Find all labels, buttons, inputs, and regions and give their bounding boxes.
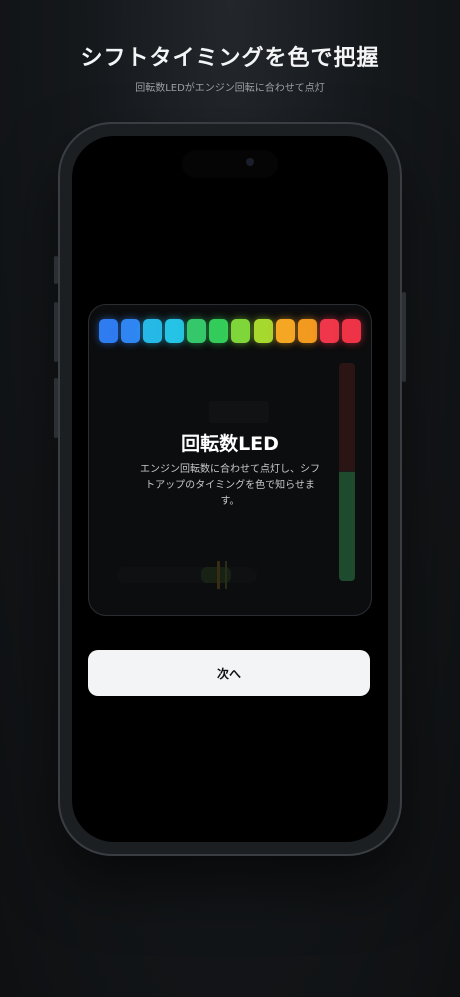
rpm-gauge [339,363,355,581]
dynamic-island [182,150,278,178]
card-description: エンジン回転数に合わせて点灯し、シフトアップのタイミングを色で知らせます。 [140,464,320,507]
phone-volume-down-button [54,378,58,438]
phone-screen: 回転数LED エンジン回転数に合わせて点灯し、シフトアップのタイミングを色で知ら… [72,136,388,842]
page-headline: シフトタイミングを色で把握 [80,46,380,71]
phone-power-button [402,292,406,382]
feature-card: 回転数LED エンジン回転数に合わせて点灯し、シフトアップのタイミングを色で知ら… [88,304,372,616]
phone-volume-up-button [54,302,58,362]
card-title: 回転数LED [181,433,279,455]
front-camera [246,158,254,166]
page-subheadline: 回転数LEDがエンジン回転に合わせて点灯 [135,83,325,94]
phone-action-button [54,256,58,284]
dashboard-preview [117,401,269,589]
next-button[interactable]: 次へ [88,650,370,696]
rpm-gauge-fill [339,472,355,581]
phone-mockup: 回転数LED エンジン回転数に合わせて点灯し、シフトアップのタイミングを色で知ら… [54,124,406,854]
